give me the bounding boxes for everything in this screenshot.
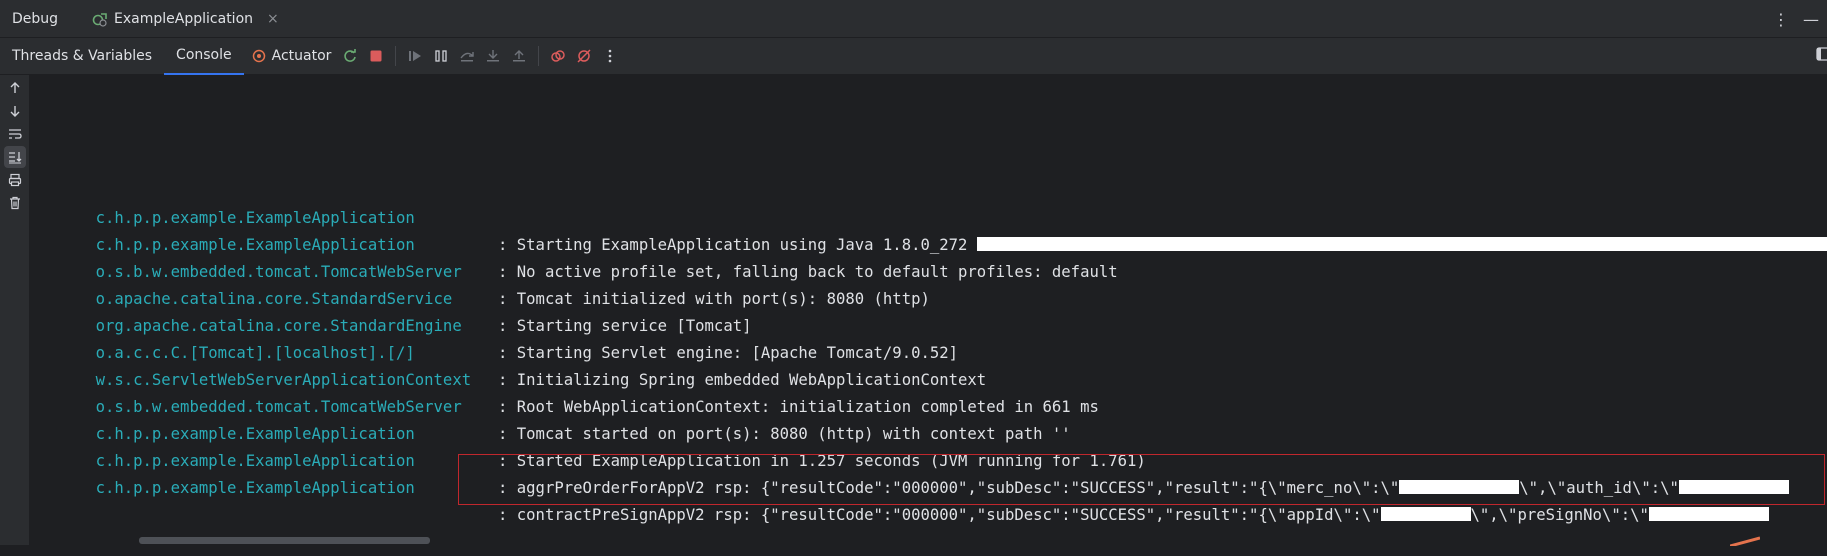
log-line: c.h.p.p.example.ExampleApplication : Sta… bbox=[58, 178, 1827, 254]
log-message: : Tomcat initialized with port(s): 8080 … bbox=[498, 290, 930, 308]
scroll-to-end-icon[interactable] bbox=[4, 146, 26, 168]
log-line: o.apache.catalina.core.StandardService :… bbox=[58, 259, 752, 335]
step-over-icon[interactable] bbox=[456, 45, 478, 67]
log-message-text: : contractPreSignAppV2 rsp: {"resultCode… bbox=[498, 506, 1381, 524]
step-out-icon[interactable] bbox=[508, 45, 530, 67]
more-actions-icon[interactable] bbox=[599, 45, 621, 67]
clear-all-icon[interactable] bbox=[4, 192, 26, 214]
log-line: org.apache.catalina.core.StandardEngine … bbox=[58, 286, 958, 362]
log-message: : Initializing Spring embedded WebApplic… bbox=[498, 371, 987, 389]
console-output[interactable]: c.h.p.p.example.ExampleApplication : Sta… bbox=[30, 75, 1827, 546]
arrow-up-icon[interactable] bbox=[4, 77, 26, 99]
log-line: c.h.p.p.example.ExampleApplication : agg… bbox=[58, 421, 1789, 497]
rerun-icon[interactable] bbox=[339, 45, 361, 67]
log-line: w.s.c.ServletWebServerApplicationContext… bbox=[58, 340, 1099, 416]
log-message: : contractPreSignAppV2 rsp: {"resultCode… bbox=[498, 502, 1769, 529]
console-actions-sidebar bbox=[0, 75, 30, 545]
log-line: o.s.b.w.embedded.tomcat.TomcatWebServer … bbox=[58, 367, 1071, 443]
pause-icon[interactable] bbox=[430, 45, 452, 67]
log-message: : Starting Servlet engine: [Apache Tomca… bbox=[498, 344, 959, 362]
stop-icon[interactable] bbox=[365, 45, 387, 67]
layout-settings-icon[interactable] bbox=[1815, 46, 1827, 66]
horizontal-scrollbar[interactable] bbox=[139, 537, 430, 544]
log-message-text: \",\"preSignNo\":\" bbox=[1470, 506, 1649, 524]
log-message: : Tomcat started on port(s): 8080 (http)… bbox=[498, 425, 1071, 443]
toolbar-separator bbox=[538, 46, 540, 66]
resume-icon[interactable] bbox=[404, 45, 426, 67]
redacted-block bbox=[976, 237, 1827, 251]
redacted-block bbox=[1380, 507, 1471, 521]
tool-window-title: Debug bbox=[12, 10, 59, 27]
tab-console[interactable]: Console bbox=[164, 37, 244, 75]
run-config-tab-label: ExampleApplication bbox=[114, 10, 254, 27]
soft-wrap-icon[interactable] bbox=[4, 123, 26, 145]
annotation-highlight-box bbox=[458, 454, 1825, 505]
log-line: o.a.c.c.C.[Tomcat].[localhost].[/] : Ini… bbox=[58, 313, 987, 389]
run-config-tab[interactable]: ExampleApplication × bbox=[84, 0, 287, 38]
log-line: o.s.b.w.embedded.tomcat.TomcatWebServer … bbox=[58, 232, 930, 308]
step-into-icon[interactable] bbox=[482, 45, 504, 67]
minimize-icon[interactable]: — bbox=[1803, 10, 1819, 29]
log-line: c.h.p.p.example.ExampleApplication : No … bbox=[58, 205, 1118, 281]
log-message: : No active profile set, falling back to… bbox=[498, 263, 1118, 281]
tab-threads-variables[interactable]: Threads & Variables bbox=[0, 38, 164, 75]
toolbar-separator bbox=[395, 46, 397, 66]
debug-toolbar: Threads & Variables Console Actuator bbox=[0, 37, 1827, 75]
actuator-label: Actuator bbox=[271, 48, 332, 64]
log-message: : Root WebApplicationContext: initializa… bbox=[498, 398, 1099, 416]
close-tab-icon[interactable]: × bbox=[267, 11, 279, 27]
log-message-text: : Starting ExampleApplication using Java… bbox=[498, 236, 977, 254]
more-options-icon[interactable]: ⋮ bbox=[1773, 10, 1789, 29]
log-message: : Starting service [Tomcat] bbox=[498, 317, 752, 335]
spring-debug-icon bbox=[92, 12, 107, 27]
log-message: : Starting ExampleApplication using Java… bbox=[498, 232, 1827, 259]
redacted-block bbox=[1648, 507, 1769, 521]
mute-breakpoints-icon[interactable] bbox=[573, 45, 595, 67]
log-line: c.h.p.p.example.ExampleApplication : con… bbox=[58, 448, 1769, 524]
actuator-icon bbox=[252, 49, 265, 63]
arrow-down-icon[interactable] bbox=[4, 100, 26, 122]
log-logger: c.h.p.p.example.ExampleApplication bbox=[95, 479, 415, 497]
view-breakpoints-icon[interactable] bbox=[547, 45, 569, 67]
log-line: c.h.p.p.example.ExampleApplication : Sta… bbox=[58, 394, 1146, 470]
tab-actuator[interactable]: Actuator bbox=[252, 48, 332, 64]
print-icon[interactable] bbox=[4, 169, 26, 191]
tool-window-header: Debug ExampleApplication × ⋮ — bbox=[0, 0, 1827, 38]
